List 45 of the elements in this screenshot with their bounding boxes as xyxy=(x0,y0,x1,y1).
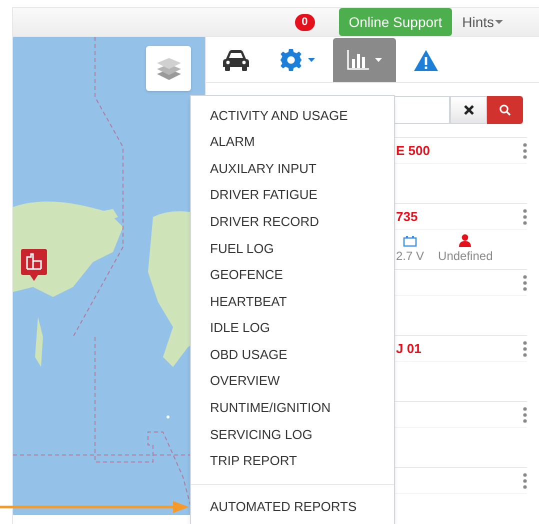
more-options-icon[interactable] xyxy=(523,340,527,356)
report-menu-item[interactable]: AUXILARY INPUT xyxy=(191,155,394,182)
report-menu-item[interactable]: SERVICING LOG xyxy=(191,421,394,448)
hints-menu[interactable]: Hints xyxy=(462,12,503,32)
more-options-icon[interactable] xyxy=(523,406,527,422)
battery-icon xyxy=(403,236,418,247)
report-menu-item[interactable]: OVERVIEW xyxy=(191,368,394,395)
more-options-icon[interactable] xyxy=(523,142,527,158)
layers-button[interactable] xyxy=(146,46,191,91)
battery-voltage: 2.7 V xyxy=(396,248,424,265)
report-menu-item[interactable]: OBD USAGE xyxy=(191,341,394,368)
building-marker-icon xyxy=(21,249,47,281)
close-icon xyxy=(464,105,474,115)
settings-icon xyxy=(280,49,302,71)
report-menu-item[interactable]: FUEL LOG xyxy=(191,234,394,262)
notification-badge: 0 xyxy=(294,14,315,30)
caret-icon xyxy=(308,58,315,62)
caret-icon xyxy=(495,20,503,24)
vehicle-name: E 500 xyxy=(396,142,430,160)
bar-chart-icon xyxy=(347,50,369,70)
search-button[interactable] xyxy=(487,96,523,124)
report-menu-item[interactable]: DRIVER FATIGUE xyxy=(191,182,394,208)
person-icon xyxy=(459,234,472,247)
report-menu-item[interactable]: TRIP REPORT xyxy=(191,448,394,474)
vehicle-name: J 01 xyxy=(396,340,422,358)
report-menu-item[interactable]: ALARM xyxy=(191,128,394,156)
report-menu-item[interactable]: AUTOMATED REPORTS xyxy=(191,493,394,520)
car-icon xyxy=(222,49,250,71)
caret-icon xyxy=(375,58,382,62)
report-menu-item[interactable]: ACTIVITY AND USAGE xyxy=(191,102,394,129)
more-options-icon[interactable] xyxy=(523,208,527,224)
vehicle-name: 735 xyxy=(396,208,418,226)
report-menu-item[interactable]: RUNTIME/IGNITION xyxy=(191,394,394,422)
driver-name: Undefined xyxy=(438,248,493,265)
warning-icon xyxy=(414,50,438,70)
report-menu-item[interactable]: HEARTBEAT xyxy=(191,288,394,315)
more-options-icon[interactable] xyxy=(523,274,527,290)
more-options-icon[interactable] xyxy=(523,472,527,488)
search-icon xyxy=(499,104,511,116)
chart-tab[interactable] xyxy=(333,38,396,82)
report-menu-item[interactable]: DRIVER RECORD xyxy=(191,208,394,235)
clear-button[interactable] xyxy=(450,96,487,124)
report-menu-item[interactable]: IDLE LOG xyxy=(191,314,394,342)
layers-icon xyxy=(156,56,182,80)
report-menu-item[interactable]: GEOFENCE xyxy=(191,262,394,288)
